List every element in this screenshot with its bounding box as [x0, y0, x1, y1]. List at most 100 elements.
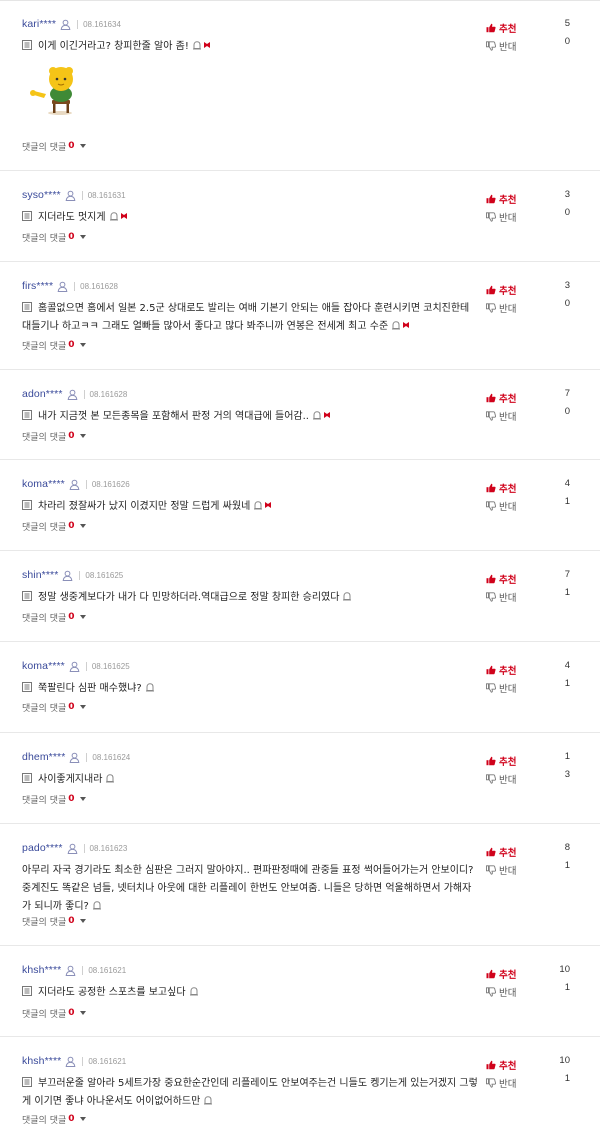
siren-icon[interactable]: [312, 409, 322, 420]
thumb-down-icon: [486, 769, 497, 788]
siren-icon[interactable]: [192, 39, 202, 50]
replies-label: 댓글의 댓글: [22, 1009, 67, 1020]
siren-icon[interactable]: [145, 681, 155, 692]
siren-icon[interactable]: [253, 499, 263, 510]
siren-icon[interactable]: [342, 590, 352, 601]
replies-toggle[interactable]: 댓글의 댓글 0: [22, 338, 86, 352]
downvote-count: 0: [564, 406, 570, 417]
comment-text: 내가 지금껏 본 모든종목을 포함해서 판정 거의 역대급에 들어감..: [38, 411, 309, 422]
upvote-row: 추천 10: [486, 1053, 570, 1072]
downvote-label: 반대: [499, 411, 517, 423]
vote-panel: 추천 3 반대 0: [486, 187, 570, 226]
comment-username[interactable]: koma****: [22, 478, 65, 490]
downvote-row: 반대 0: [486, 404, 570, 425]
upvote-label: 추천: [499, 847, 517, 859]
comment-username[interactable]: pado****: [22, 842, 63, 854]
vote-panel: 추천 3 반대 0: [486, 278, 570, 317]
siren-icon[interactable]: [109, 210, 119, 221]
replies-toggle[interactable]: 댓글의 댓글 0: [22, 230, 86, 244]
comment-timestamp: 08.161624: [92, 752, 131, 762]
replies-label: 댓글의 댓글: [22, 1115, 67, 1126]
comment-username[interactable]: kari****: [22, 18, 56, 30]
siren-icon[interactable]: [391, 319, 401, 330]
block-icon[interactable]: [323, 408, 331, 418]
downvote-label: 반대: [499, 987, 517, 999]
replies-count: 0: [68, 521, 75, 531]
downvote-button[interactable]: 반대: [486, 36, 516, 55]
block-icon[interactable]: [203, 38, 211, 48]
comment-username[interactable]: koma****: [22, 660, 65, 672]
block-icon[interactable]: [402, 318, 410, 328]
thumb-down-icon: [486, 1073, 497, 1092]
caret-down-icon: [79, 144, 86, 148]
downvote-button[interactable]: 반대: [486, 1073, 516, 1092]
comment-username[interactable]: syso****: [22, 189, 61, 201]
upvote-count: 10: [559, 964, 570, 975]
downvote-button[interactable]: 반대: [486, 982, 516, 1001]
comment-timestamp: 08.161628: [80, 281, 118, 291]
replies-toggle[interactable]: 댓글의 댓글 0: [22, 610, 86, 624]
downvote-button[interactable]: 반대: [486, 496, 516, 515]
replies-toggle[interactable]: 댓글의 댓글 0: [22, 1006, 86, 1020]
comment-content: 홈콜없으면 홈에서 일본 2.5군 상대로도 발리는 여배 기본기 안되는 애들…: [22, 300, 480, 336]
downvote-button[interactable]: 반대: [486, 207, 516, 226]
meta-divider: [85, 479, 87, 489]
comment-text: 지더라도 공정한 스포츠를 보고싶다: [38, 987, 186, 998]
siren-icon[interactable]: [189, 985, 199, 996]
block-icon[interactable]: [264, 498, 272, 508]
replies-count: 0: [68, 141, 75, 151]
downvote-button[interactable]: 반대: [486, 860, 516, 879]
meta-divider: [83, 843, 85, 853]
caret-down-icon: [79, 1117, 86, 1121]
upvote-label: 추천: [499, 574, 517, 586]
comment-timestamp: 08.161625: [91, 661, 130, 671]
downvote-row: 반대 1: [486, 1071, 570, 1092]
comment-content: 차라리 졌잘싸가 났지 이겼지만 정말 드럽게 싸웠네: [22, 498, 480, 516]
replies-toggle[interactable]: 댓글의 댓글 0: [22, 139, 86, 153]
downvote-row: 반대 1: [486, 980, 570, 1001]
downvote-button[interactable]: 반대: [486, 769, 516, 788]
comment-username[interactable]: dhem****: [22, 751, 65, 763]
comment-username[interactable]: shin****: [22, 569, 58, 581]
downvote-button[interactable]: 반대: [486, 678, 516, 697]
siren-icon[interactable]: [105, 772, 115, 783]
comment-username[interactable]: khsh****: [22, 964, 61, 976]
downvote-button[interactable]: 반대: [486, 406, 516, 425]
replies-toggle[interactable]: 댓글의 댓글 0: [22, 1112, 86, 1126]
caret-down-icon: [79, 235, 86, 239]
siren-icon[interactable]: [92, 899, 102, 910]
comment-text: 아무리 자국 경기라도 최소한 심판은 그러지 말아야지.. 편파판정때에 관중…: [22, 865, 474, 912]
replies-label: 댓글의 댓글: [22, 341, 67, 352]
comment-item: firs**** 08.161628 홈콜없으면 홈에서 일본 2.5군 상대로도 …: [0, 262, 600, 370]
document-icon: [22, 499, 32, 510]
comment-username[interactable]: firs****: [22, 280, 53, 292]
comment-item: syso**** 08.161631 지더라도 멋지게 댓글의 댓글 0 추천 3 반대 0: [0, 171, 600, 262]
replies-toggle[interactable]: 댓글의 댓글 0: [22, 519, 86, 533]
replies-toggle[interactable]: 댓글의 댓글 0: [22, 914, 86, 928]
comment-username[interactable]: khsh****: [22, 1055, 61, 1067]
upvote-label: 추천: [499, 285, 517, 297]
comment-body: 쭉팔린다 심판 매수했냐?: [22, 680, 480, 698]
comment-username[interactable]: adon****: [22, 388, 63, 400]
comment-timestamp: 08.161628: [89, 389, 128, 399]
replies-toggle[interactable]: 댓글의 댓글 0: [22, 700, 86, 714]
upvote-count: 7: [564, 388, 570, 399]
comment-timestamp: 08.161623: [89, 843, 128, 853]
replies-toggle[interactable]: 댓글의 댓글 0: [22, 429, 86, 443]
caret-down-icon: [79, 1011, 86, 1015]
replies-label: 댓글의 댓글: [22, 233, 67, 244]
downvote-row: 반대 3: [486, 767, 570, 788]
thumb-down-icon: [486, 982, 497, 1001]
siren-icon[interactable]: [203, 1094, 213, 1105]
downvote-button[interactable]: 반대: [486, 587, 516, 606]
upvote-count: 1: [564, 751, 570, 762]
user-icon: [65, 475, 80, 494]
thumb-down-icon: [486, 496, 497, 515]
downvote-count: 0: [564, 298, 570, 309]
downvote-label: 반대: [499, 501, 517, 513]
downvote-count: 1: [564, 1073, 570, 1084]
block-icon[interactable]: [120, 209, 128, 219]
replies-toggle[interactable]: 댓글의 댓글 0: [22, 792, 86, 806]
downvote-button[interactable]: 반대: [486, 298, 516, 317]
thumb-down-icon: [486, 36, 497, 55]
